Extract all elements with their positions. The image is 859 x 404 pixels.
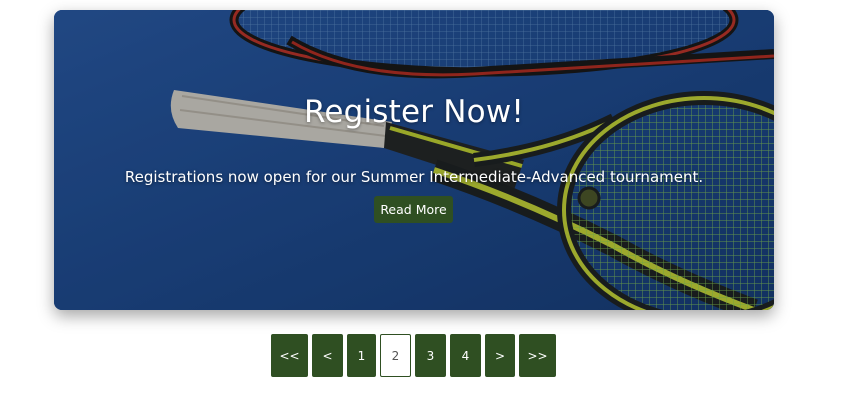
page-button-1[interactable]: 1	[347, 334, 376, 377]
banner-content: Register Now! Registrations now open for…	[54, 10, 774, 310]
read-more-button[interactable]: Read More	[374, 196, 453, 223]
banner-text: Registrations now open for our Summer In…	[124, 168, 704, 186]
banner-card: Register Now! Registrations now open for…	[54, 10, 774, 310]
previous-page-button[interactable]: <	[312, 334, 343, 377]
page-button-4[interactable]: 4	[450, 334, 481, 377]
page-button-2-active[interactable]: 2	[380, 334, 411, 377]
last-page-button[interactable]: >>	[519, 334, 556, 377]
banner-title: Register Now!	[303, 94, 525, 130]
pagination: << < 1 2 3 4 > >>	[271, 334, 556, 377]
next-page-button[interactable]: >	[485, 334, 515, 377]
page: Register Now! Registrations now open for…	[0, 0, 859, 404]
first-page-button[interactable]: <<	[271, 334, 308, 377]
page-button-3[interactable]: 3	[415, 334, 446, 377]
